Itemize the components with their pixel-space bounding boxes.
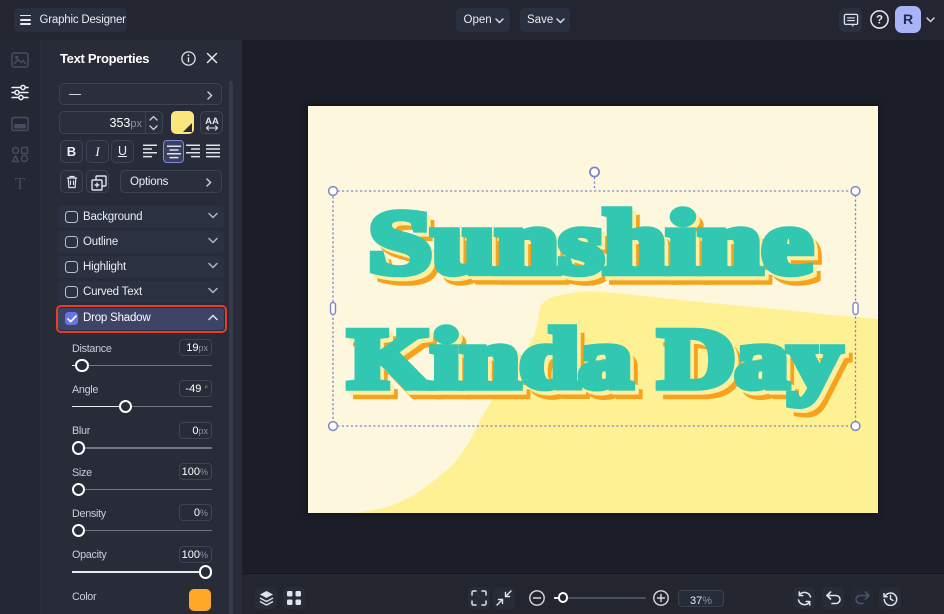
svg-text:Sunshine: Sunshine bbox=[369, 194, 813, 293]
svg-text:?: ? bbox=[876, 15, 883, 27]
svg-text:Kinda Day: Kinda Day bbox=[349, 313, 842, 406]
svg-text:T: T bbox=[15, 175, 26, 192]
svg-text:AA: AA bbox=[205, 116, 219, 127]
